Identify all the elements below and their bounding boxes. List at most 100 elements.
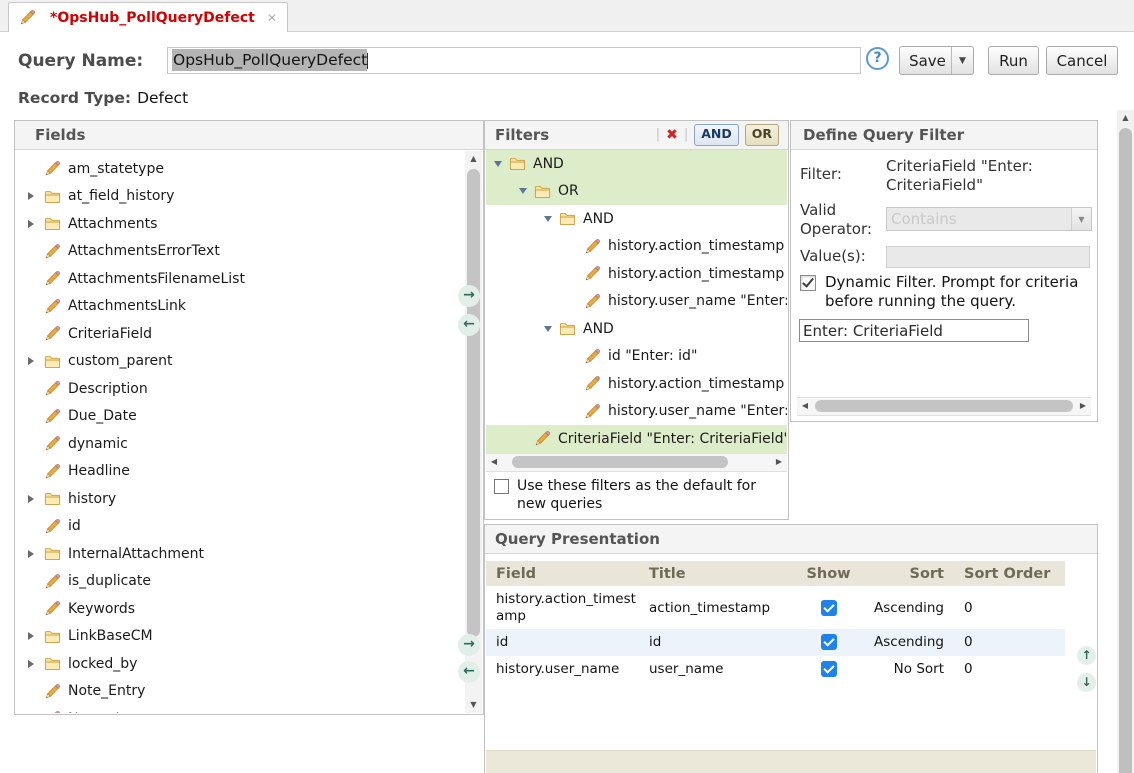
cancel-button[interactable]: Cancel: [1046, 46, 1118, 75]
expand-collapsed-icon[interactable]: [28, 632, 44, 640]
save-button[interactable]: Save ▼: [899, 46, 974, 75]
move-row-down-button[interactable]: ↓: [1077, 673, 1096, 692]
expand-collapsed-icon[interactable]: [28, 660, 44, 668]
field-item-label: custom_parent: [68, 353, 172, 369]
presentation-table-row[interactable]: history.action_timestampaction_timestamp…: [486, 586, 1065, 629]
default-filters-checkbox[interactable]: [494, 479, 509, 494]
scroll-up-icon[interactable]: ▲: [1117, 110, 1134, 126]
cell-title: user_name: [646, 661, 786, 677]
filter-condition-node[interactable]: id "Enter: id": [486, 343, 787, 371]
filters-hscrollbar-thumb[interactable]: [512, 456, 728, 468]
filter-condition-node[interactable]: history.action_timestamp "E: [486, 260, 787, 288]
filter-node-label: OR: [558, 183, 579, 199]
define-horizontal-scrollbar[interactable]: ◀ ▶: [797, 397, 1091, 416]
filter-condition-node[interactable]: history.action_timestamp "E: [486, 233, 787, 261]
move-row-up-button[interactable]: ↑: [1077, 646, 1096, 665]
pencil-icon: [44, 243, 61, 260]
filter-group-node[interactable]: AND: [486, 150, 787, 178]
field-item[interactable]: Keywords: [16, 595, 482, 623]
field-item[interactable]: Description: [16, 375, 482, 403]
scroll-up-icon[interactable]: ▲: [465, 151, 482, 167]
field-item[interactable]: Notes_Log: [16, 705, 482, 713]
filter-group-node[interactable]: OR: [486, 178, 787, 206]
field-item[interactable]: am_statetype: [16, 155, 482, 183]
filter-condition-node-selected[interactable]: CriteriaField "Enter: CriteriaField": [486, 425, 787, 453]
expand-collapsed-icon[interactable]: [28, 220, 44, 228]
define-hscrollbar-thumb[interactable]: [815, 400, 1073, 412]
query-name-input[interactable]: OpsHub_PollQueryDefect: [167, 47, 861, 74]
tab-bar: *OpsHub_PollQueryDefect ✕: [0, 0, 1134, 32]
add-to-presentation-arrow-button[interactable]: →: [458, 634, 480, 656]
scroll-down-icon[interactable]: ▼: [465, 697, 482, 713]
field-item-label: Due_Date: [68, 408, 137, 424]
field-item[interactable]: AttachmentsLink: [16, 293, 482, 321]
field-item[interactable]: LinkBaseCM: [16, 623, 482, 651]
scroll-left-icon[interactable]: ◀: [797, 398, 813, 413]
or-button[interactable]: OR: [745, 124, 779, 146]
filters-horizontal-scrollbar[interactable]: ◀ ▶: [486, 453, 787, 472]
filter-condition-node[interactable]: history.action_timestamp "E: [486, 370, 787, 398]
field-item[interactable]: Attachments: [16, 210, 482, 238]
presentation-table-row[interactable]: ididAscending0: [486, 629, 1065, 656]
field-item[interactable]: Note_Entry: [16, 678, 482, 706]
expand-expanded-icon[interactable]: [544, 216, 559, 222]
filter-group-node[interactable]: AND: [486, 205, 787, 233]
field-item-label: id: [68, 518, 81, 534]
page-scrollbar[interactable]: ▲: [1117, 110, 1134, 773]
filter-group-node[interactable]: AND: [486, 315, 787, 343]
add-to-filters-arrow-button[interactable]: →: [458, 285, 480, 307]
field-item[interactable]: InternalAttachment: [16, 540, 482, 568]
expand-collapsed-icon[interactable]: [28, 192, 44, 200]
presentation-table-row[interactable]: history.user_nameuser_nameNo Sort0: [486, 656, 1065, 683]
scroll-right-icon[interactable]: ▶: [771, 454, 787, 469]
pencil-icon: [44, 463, 61, 480]
save-dropdown-arrow-icon[interactable]: ▼: [951, 47, 973, 74]
dynamic-filter-checkbox[interactable]: [800, 275, 816, 291]
expand-collapsed-icon[interactable]: [28, 550, 44, 558]
expand-expanded-icon[interactable]: [519, 188, 534, 194]
show-checkbox[interactable]: [821, 661, 837, 677]
field-item-label: Attachments: [68, 216, 157, 232]
expand-expanded-icon[interactable]: [494, 161, 509, 167]
field-item[interactable]: id: [16, 513, 482, 541]
prompt-text-input[interactable]: [799, 319, 1029, 342]
expand-collapsed-icon[interactable]: [28, 495, 44, 503]
field-item[interactable]: Due_Date: [16, 403, 482, 431]
field-item[interactable]: dynamic: [16, 430, 482, 458]
expand-collapsed-icon[interactable]: [28, 357, 44, 365]
filter-condition-node[interactable]: history.user_name "Enter: h: [486, 398, 787, 426]
help-icon[interactable]: ?: [866, 47, 889, 70]
field-item[interactable]: AttachmentsErrorText: [16, 238, 482, 266]
expand-expanded-icon[interactable]: [544, 326, 559, 332]
field-item[interactable]: history: [16, 485, 482, 513]
fields-scrollbar[interactable]: ▲ ▼: [465, 151, 482, 713]
save-button-label[interactable]: Save: [900, 52, 951, 70]
tab-opshub-pollquerydefect[interactable]: *OpsHub_PollQueryDefect ✕: [8, 2, 288, 32]
field-item[interactable]: is_duplicate: [16, 568, 482, 596]
scroll-left-icon[interactable]: ◀: [486, 454, 502, 469]
field-item[interactable]: CriteriaField: [16, 320, 482, 348]
delete-filter-icon[interactable]: ✖: [666, 121, 678, 149]
field-item[interactable]: at_field_history: [16, 183, 482, 211]
filter-condition-node[interactable]: history.user_name "Enter: h: [486, 288, 787, 316]
field-item[interactable]: Headline: [16, 458, 482, 486]
pencil-icon: [44, 518, 61, 535]
field-item[interactable]: locked_by: [16, 650, 482, 678]
tab-close-icon[interactable]: ✕: [267, 11, 277, 25]
default-filters-option[interactable]: Use these filters as the default for new…: [494, 477, 778, 513]
fields-scrollbar-thumb[interactable]: [467, 169, 480, 637]
and-button[interactable]: AND: [694, 124, 739, 146]
show-checkbox[interactable]: [821, 634, 837, 650]
field-item[interactable]: custom_parent: [16, 348, 482, 376]
remove-from-filters-arrow-button[interactable]: ←: [458, 314, 480, 336]
show-checkbox[interactable]: [821, 600, 837, 616]
run-button[interactable]: Run: [988, 46, 1039, 75]
valid-operator-select: Contains ▼: [886, 207, 1092, 231]
scroll-right-icon[interactable]: ▶: [1075, 398, 1091, 413]
select-dropdown-icon: ▼: [1071, 208, 1091, 230]
column-header-sort: Sort: [871, 566, 956, 582]
field-item[interactable]: AttachmentsFilenameList: [16, 265, 482, 293]
query-editor-window: *OpsHub_PollQueryDefect ✕ Query Name: Op…: [0, 0, 1134, 773]
page-scrollbar-thumb[interactable]: [1119, 128, 1132, 773]
remove-from-presentation-arrow-button[interactable]: ←: [458, 661, 480, 683]
